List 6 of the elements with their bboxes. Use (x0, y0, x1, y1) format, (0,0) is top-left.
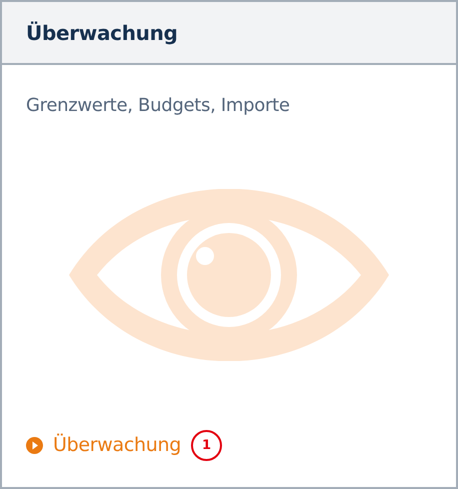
card-title: Überwachung (26, 20, 178, 46)
play-icon (26, 437, 43, 454)
card-description: Grenzwerte, Budgets, Importe (26, 94, 291, 118)
eye-icon (69, 188, 389, 360)
monitoring-link[interactable]: Überwachung (26, 431, 181, 460)
annotation-marker: 1 (190, 430, 222, 461)
